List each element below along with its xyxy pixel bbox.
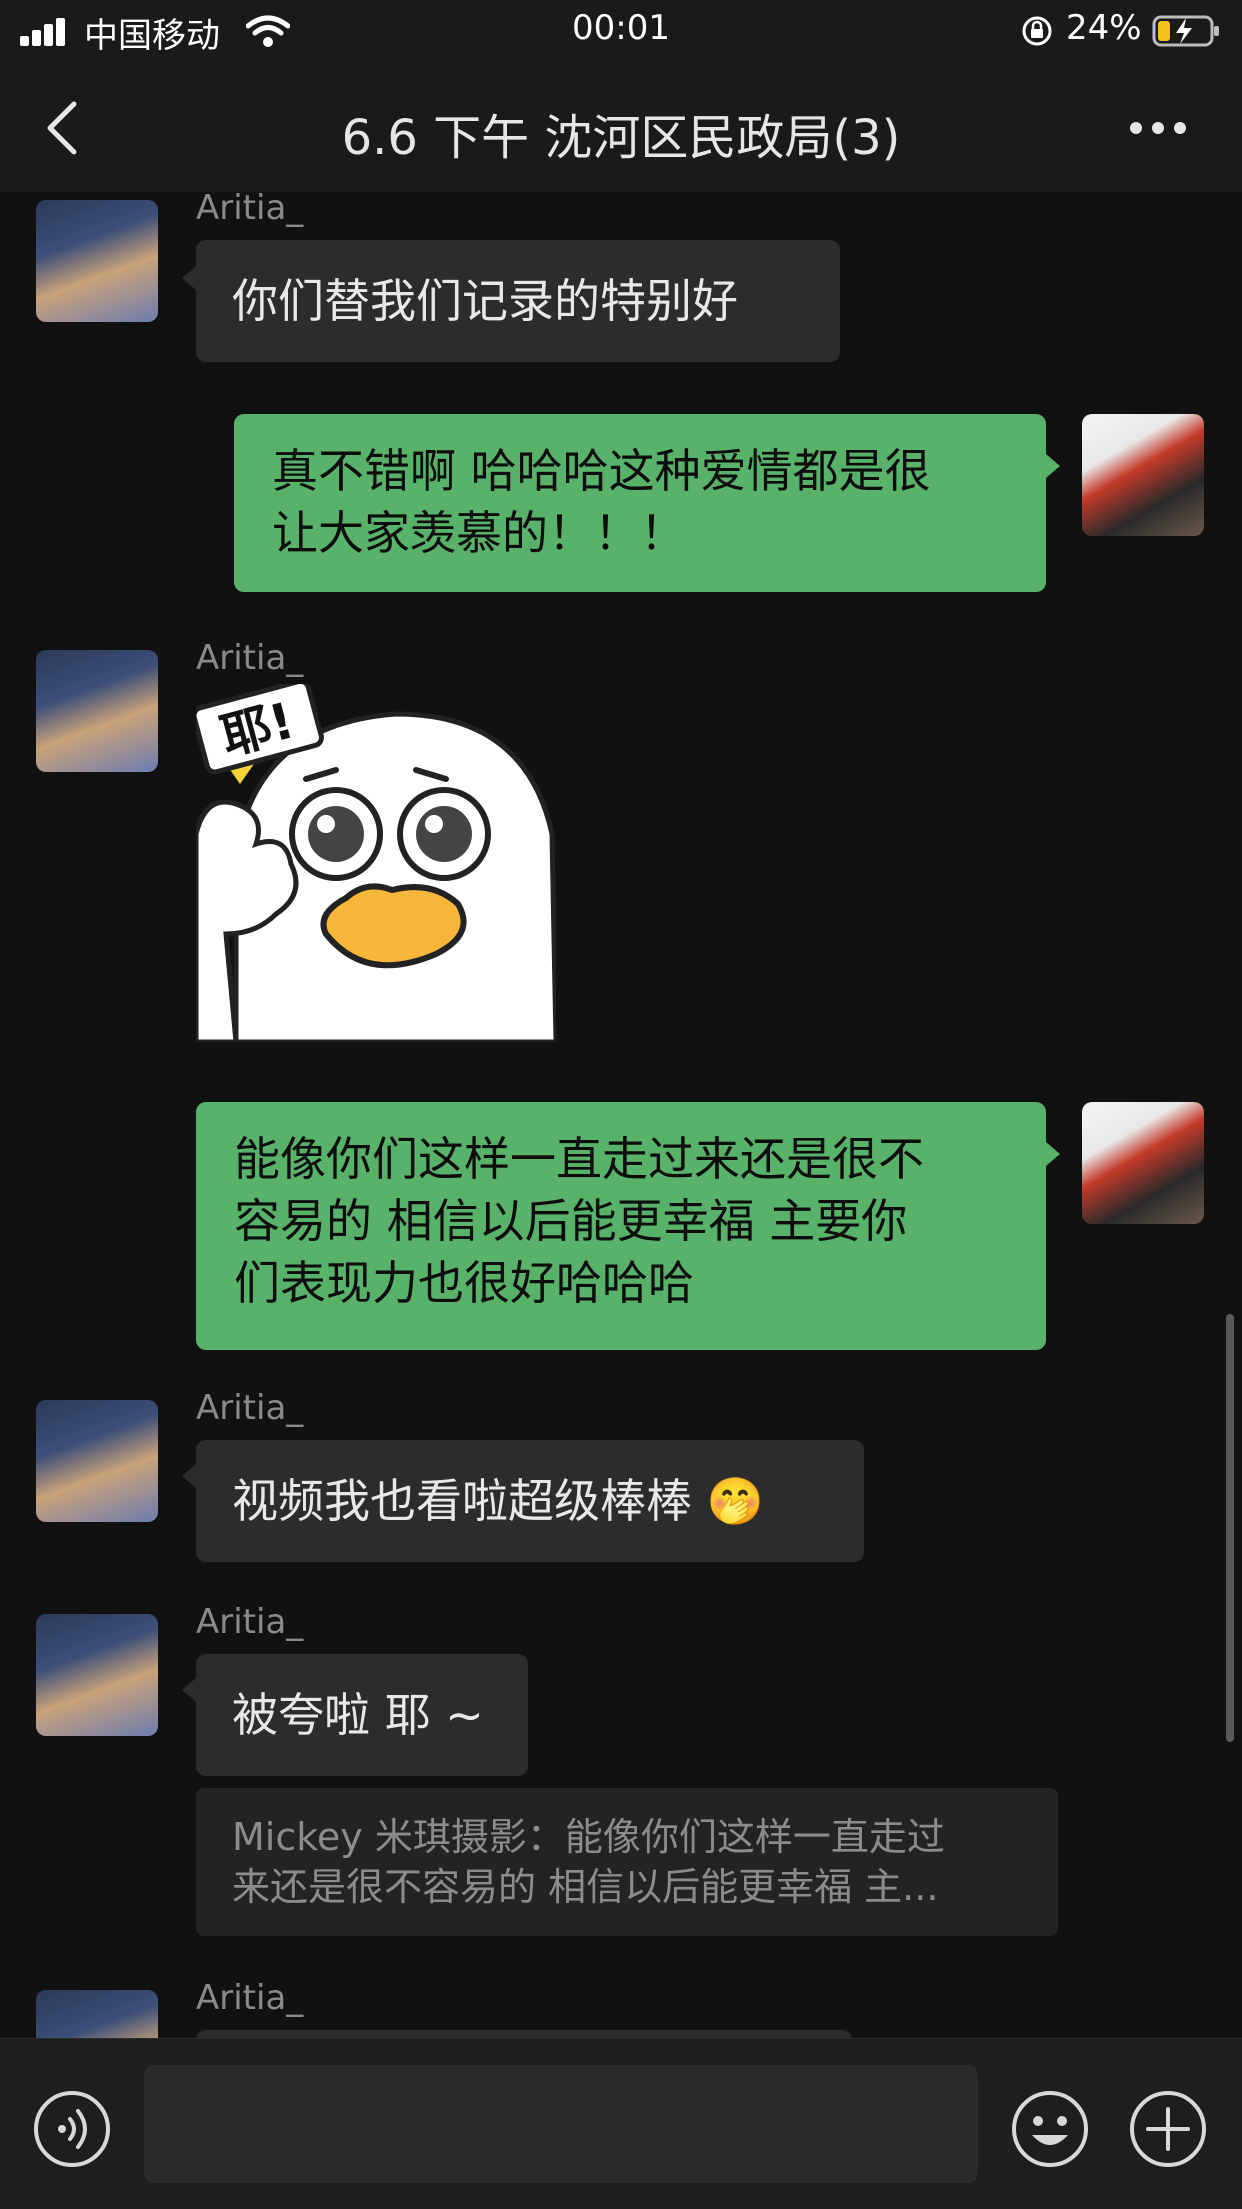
avatar[interactable] (1082, 1102, 1204, 1224)
avatar[interactable] (36, 1614, 158, 1736)
emoji-icon[interactable] (1010, 2089, 1090, 2169)
message-bubble[interactable]: 你们替我们记录的特别好 (196, 240, 840, 362)
voice-icon[interactable] (32, 2089, 112, 2169)
battery-charging-icon (1152, 15, 1219, 47)
message-list[interactable]: Aritia_ 你们替我们记录的特别好 真不错啊 哈哈哈这种爱情都是很 让大家羡… (0, 192, 1242, 2038)
message-text-line: 容易的 相信以后能更幸福 主要你 (234, 1194, 908, 1248)
input-bar (0, 2038, 1242, 2209)
bubble-tail (1046, 1142, 1060, 1166)
avatar[interactable] (1082, 414, 1204, 536)
message-bubble[interactable]: 视频我也看啦超级棒棒 🤭 (196, 1440, 864, 1562)
message-input[interactable] (144, 2065, 978, 2183)
clock: 00:01 (572, 8, 670, 48)
bubble-tail (182, 1678, 196, 1702)
message-text-line: 们表现力也很好哈哈哈 (234, 1256, 694, 1310)
status-bar: 中国移动 00:01 24% (0, 0, 1242, 64)
message-bubble[interactable]: 被夸啦 耶 ~ (196, 1654, 528, 1776)
message-bubble[interactable]: 能像你们这样一直走过来还是很不 容易的 相信以后能更幸福 主要你 们表现力也很好… (196, 1102, 1046, 1350)
message-text: 被夸啦 耶 ~ (232, 1688, 484, 1742)
message-text: 你们替我们记录的特别好 (232, 274, 738, 328)
quote-text-line: Mickey 米琪摄影：能像你们这样一直走过 (232, 1815, 945, 1859)
sender-name: Aritia_ (196, 192, 304, 228)
message-text-line: 能像你们这样一直走过来还是很不 (234, 1132, 924, 1186)
chat-title: 6.6 下午 沈河区民政局(3) (341, 110, 901, 166)
message-text-line: 真不错啊 哈哈哈这种爱情都是很 (272, 444, 931, 498)
quoted-message[interactable]: Mickey 米琪摄影：能像你们这样一直走过 来还是很不容易的 相信以后能更幸福… (196, 1788, 1058, 1936)
avatar[interactable] (36, 200, 158, 322)
avatar[interactable] (36, 650, 158, 772)
scrollbar[interactable] (1226, 1314, 1234, 1742)
message-bubble[interactable]: 真不错啊 哈哈哈这种爱情都是很 让大家羡慕的！！！ (234, 414, 1046, 592)
message-text-line: 让大家羡慕的！！！ (272, 506, 686, 560)
avatar[interactable] (36, 1400, 158, 1522)
avatar[interactable] (36, 1990, 158, 2038)
chat-header: 6.6 下午 沈河区民政局(3) (0, 64, 1242, 193)
message-bubble[interactable] (196, 2030, 852, 2038)
sender-name: Aritia_ (196, 638, 304, 678)
duck-sticker[interactable]: 耶! (196, 684, 556, 1042)
sender-name: Aritia_ (196, 1978, 304, 2018)
battery-percent: 24% (1066, 8, 1142, 48)
more-dots-icon[interactable] (1128, 114, 1188, 142)
bubble-tail (1046, 454, 1060, 478)
sender-name: Aritia_ (196, 1388, 304, 1428)
message-text: 视频我也看啦超级棒棒 🤭 (232, 1474, 764, 1528)
bubble-tail (182, 1464, 196, 1488)
sender-name: Aritia_ (196, 1602, 304, 1642)
orientation-lock-icon (1022, 16, 1052, 46)
bubble-tail (182, 266, 196, 290)
quote-text-line: 来还是很不容易的 相信以后能更幸福 主... (232, 1865, 939, 1909)
plus-icon[interactable] (1128, 2089, 1208, 2169)
